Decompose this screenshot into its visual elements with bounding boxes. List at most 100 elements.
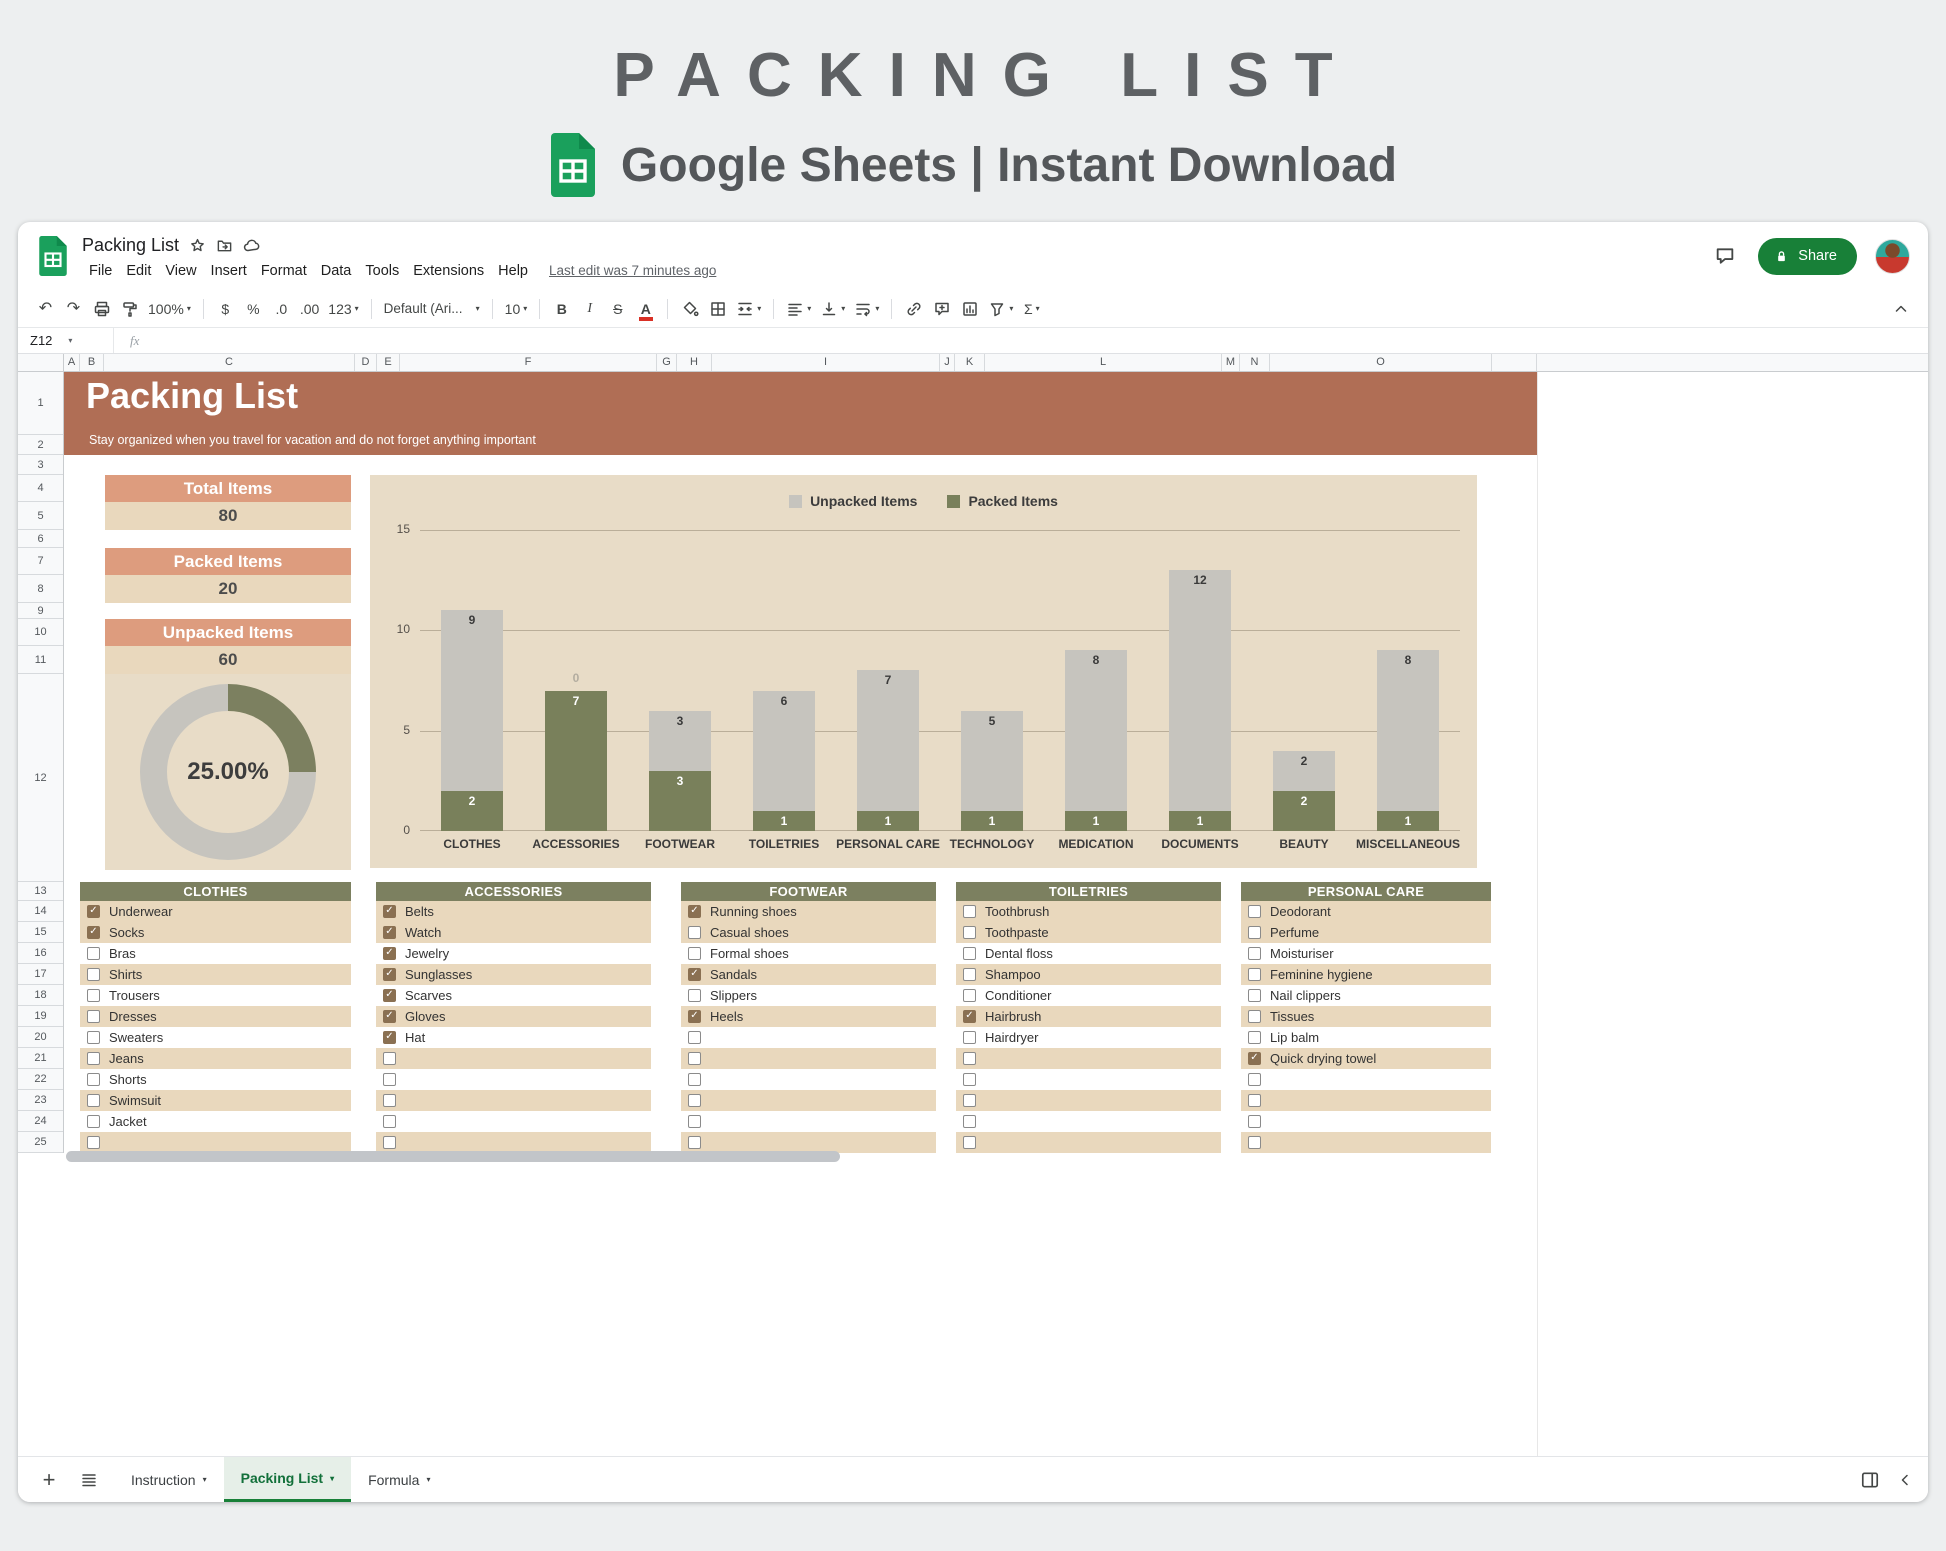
checklist-row[interactable] [1241,1111,1491,1132]
checklist-row[interactable] [376,1069,651,1090]
row-header-14[interactable]: 14 [18,901,63,922]
checkbox-empty[interactable] [688,1073,701,1086]
checklist-row[interactable]: ✓Underwear [80,901,351,922]
checklist-row[interactable]: Jacket [80,1111,351,1132]
checklist-row[interactable]: ✓Sunglasses [376,964,651,985]
checklist-row[interactable]: Trousers [80,985,351,1006]
insert-link-button[interactable] [900,295,927,323]
checklist-row[interactable]: ✓Watch [376,922,651,943]
checkbox-empty[interactable] [688,1094,701,1107]
checklist-row[interactable] [681,1048,936,1069]
stat-value-total-items[interactable]: 80 [105,502,351,530]
checklist-row[interactable]: Moisturiser [1241,943,1491,964]
checklist-row[interactable] [956,1090,1221,1111]
checklist-row[interactable]: ✓Jewelry [376,943,651,964]
bold-button[interactable]: B [548,295,575,323]
checklist-row[interactable] [681,1027,936,1048]
row-header-17[interactable]: 17 [18,964,63,985]
checkbox-belts[interactable]: ✓ [383,905,396,918]
checklist-row[interactable]: Tissues [1241,1006,1491,1027]
checkbox-sandals[interactable]: ✓ [688,968,701,981]
checklist-row[interactable] [376,1048,651,1069]
checkbox-empty[interactable] [688,1115,701,1128]
print-button[interactable] [88,295,115,323]
checkbox-watch[interactable]: ✓ [383,926,396,939]
column-header-p[interactable] [1492,354,1537,371]
column-header-m[interactable]: M [1222,354,1240,371]
checkbox-empty[interactable] [688,1136,701,1149]
checkbox-dental-floss[interactable] [963,947,976,960]
column-header-o[interactable]: O [1270,354,1492,371]
checkbox-scarves[interactable]: ✓ [383,989,396,1002]
side-panel-button[interactable] [1860,1470,1880,1490]
checklist-row[interactable]: Feminine hygiene [1241,964,1491,985]
checklist-row[interactable] [376,1132,651,1153]
last-edit-link[interactable]: Last edit was 7 minutes ago [549,263,716,278]
checkbox-swimsuit[interactable] [87,1094,100,1107]
checkbox-sweaters[interactable] [87,1031,100,1044]
tab-formula[interactable]: Formula▾ [351,1457,447,1502]
checkbox-shirts[interactable] [87,968,100,981]
column-header-n[interactable]: N [1240,354,1270,371]
row-header-13[interactable]: 13 [18,882,63,901]
checklist-row[interactable]: Hairdryer [956,1027,1221,1048]
column-header-c[interactable]: C [104,354,355,371]
checklist-row[interactable]: ✓Heels [681,1006,936,1027]
column-header-k[interactable]: K [955,354,985,371]
checkbox-empty[interactable] [963,1052,976,1065]
row-header-25[interactable]: 25 [18,1132,63,1153]
row-header-7[interactable]: 7 [18,548,63,575]
font-size-select[interactable]: 10▾ [501,295,532,323]
undo-button[interactable]: ↶ [32,295,59,323]
add-sheet-button[interactable]: + [32,1467,66,1493]
checkbox-empty[interactable] [1248,1073,1261,1086]
create-filter-button[interactable]: ▾ [984,295,1017,323]
text-wrap-button[interactable]: ▾ [850,295,883,323]
stat-label-total-items[interactable]: Total Items [105,475,351,502]
checklist-row[interactable]: Shirts [80,964,351,985]
menu-tools[interactable]: Tools [358,261,406,281]
row-header-5[interactable]: 5 [18,502,63,530]
checklist-row[interactable]: ✓Belts [376,901,651,922]
column-header-d[interactable]: D [355,354,377,371]
stat-label-packed-items[interactable]: Packed Items [105,548,351,575]
checkbox-empty[interactable] [688,1052,701,1065]
checklist-row[interactable]: Casual shoes [681,922,936,943]
row-header-3[interactable]: 3 [18,455,63,475]
checkbox-tissues[interactable] [1248,1010,1261,1023]
row-header-22[interactable]: 22 [18,1069,63,1090]
row-header-20[interactable]: 20 [18,1027,63,1048]
checkbox-hat[interactable]: ✓ [383,1031,396,1044]
checklist-row[interactable]: ✓Quick drying towel [1241,1048,1491,1069]
checklist-row[interactable] [681,1132,936,1153]
checklist-row[interactable]: ✓Socks [80,922,351,943]
collapse-panel-button[interactable] [1896,1471,1914,1489]
row-header-21[interactable]: 21 [18,1048,63,1069]
select-all-corner[interactable] [18,354,64,372]
row-header-9[interactable]: 9 [18,603,63,619]
row-header-8[interactable]: 8 [18,575,63,603]
checkbox-jacket[interactable] [87,1115,100,1128]
checkbox-empty[interactable] [383,1115,396,1128]
comment-history-button[interactable] [1710,241,1740,271]
checkbox-empty[interactable] [87,1136,100,1149]
menu-format[interactable]: Format [254,261,314,281]
menu-file[interactable]: File [82,261,119,281]
donut-chart-panel[interactable]: 25.00% [105,674,351,870]
checkbox-empty[interactable] [1248,1115,1261,1128]
functions-button[interactable]: Σ▾ [1018,295,1045,323]
checkbox-conditioner[interactable] [963,989,976,1002]
checkbox-trousers[interactable] [87,989,100,1002]
checklist-row[interactable]: Bras [80,943,351,964]
menu-edit[interactable]: Edit [119,261,158,281]
text-color-button[interactable]: A [632,295,659,323]
row-header-18[interactable]: 18 [18,985,63,1006]
checkbox-socks[interactable]: ✓ [87,926,100,939]
checkbox-quick-drying-towel[interactable]: ✓ [1248,1052,1261,1065]
checkbox-formal-shoes[interactable] [688,947,701,960]
checklist-row[interactable]: ✓Gloves [376,1006,651,1027]
redo-button[interactable]: ↷ [60,295,87,323]
checklist-row[interactable] [681,1090,936,1111]
column-header-l[interactable]: L [985,354,1222,371]
checkbox-empty[interactable] [963,1136,976,1149]
